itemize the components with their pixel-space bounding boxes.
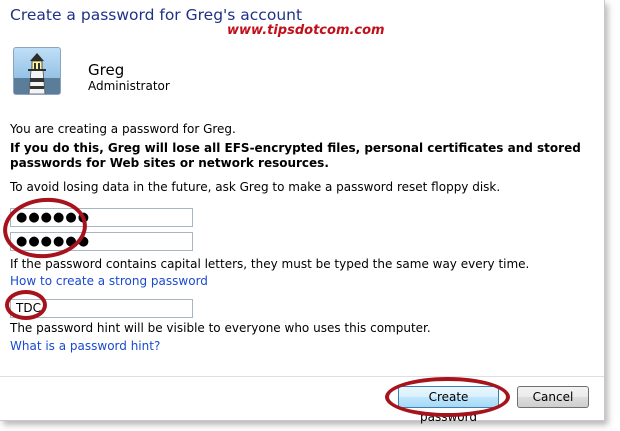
- intro-text: You are creating a password for Greg.: [10, 122, 236, 136]
- lighthouse-icon: [13, 47, 61, 95]
- dialog-title: Create a password for Greg's account: [10, 6, 303, 24]
- new-password-input[interactable]: ●●●●●●: [10, 208, 193, 227]
- hint-visibility-note: The password hint will be visible to eve…: [10, 321, 431, 335]
- create-password-dialog: Create a password for Greg's account www…: [0, 0, 605, 424]
- warning-text: If you do this, Greg will lose all EFS-e…: [10, 141, 581, 170]
- strong-password-link[interactable]: How to create a strong password: [10, 274, 208, 288]
- password-hint-input[interactable]: TDC: [10, 299, 193, 318]
- account-name: Greg: [88, 61, 125, 79]
- password-hint-help-link[interactable]: What is a password hint?: [10, 339, 160, 353]
- footer-divider: [0, 376, 604, 377]
- create-password-button[interactable]: Create password: [398, 386, 499, 424]
- account-role: Administrator: [88, 79, 170, 93]
- watermark: www.tipsdotcom.com: [227, 23, 385, 38]
- reset-advice-text: To avoid losing data in the future, ask …: [10, 180, 501, 194]
- cancel-button[interactable]: Cancel: [517, 386, 589, 408]
- case-sensitivity-note: If the password contains capital letters…: [10, 257, 530, 271]
- confirm-password-input[interactable]: ●●●●●●: [10, 232, 193, 251]
